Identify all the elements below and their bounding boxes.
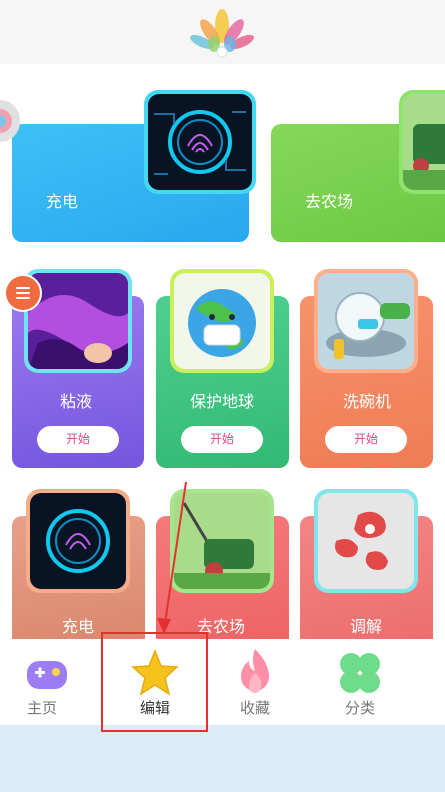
start-button[interactable]: 开始 [37, 426, 119, 453]
lawnmower-icon [174, 493, 270, 589]
card-slime[interactable]: 粘液 开始 [12, 269, 144, 468]
flame-icon [241, 649, 269, 693]
card-farm[interactable]: 去农场 [156, 489, 289, 639]
card-label: 调解 [350, 617, 383, 636]
earth-mask-icon [174, 273, 270, 369]
card-tune[interactable]: 调解 [300, 489, 433, 639]
card-label: 粘液 [60, 392, 93, 411]
app-header [0, 0, 445, 64]
card-charge-top[interactable]: 充电 [12, 90, 256, 242]
red-blobs-icon [318, 493, 414, 589]
game-grid: 充电 去农场 粘液 开始 保护地球 开始 洗碗机 开始 充电 去农场 调解 [0, 64, 445, 639]
tab-label: 收藏 [239, 699, 270, 717]
highlight-box [101, 632, 208, 732]
tab-home[interactable]: 主页 [0, 639, 92, 725]
card-label: 洗碗机 [343, 392, 392, 411]
fingerprint-icon [30, 493, 126, 589]
system-area [0, 725, 445, 792]
clover-icon [340, 653, 380, 693]
fingerprint-icon [148, 94, 252, 190]
card-charge[interactable]: 充电 [12, 489, 145, 639]
card-label: 充电 [46, 192, 79, 211]
start-button[interactable]: 开始 [325, 426, 407, 453]
tab-label: 主页 [26, 699, 57, 717]
tab-label: 分类 [344, 699, 375, 717]
menu-button[interactable] [4, 274, 42, 312]
card-earth[interactable]: 保护地球 开始 [156, 269, 289, 468]
tab-categories[interactable]: 分类 [310, 639, 410, 725]
dishwashing-icon [318, 273, 414, 369]
card-label: 充电 [62, 617, 95, 636]
gamepad-icon [27, 661, 67, 689]
lawnmower-icon [403, 94, 445, 190]
bottom-tab-bar: 主页 编辑 收藏 分类 [0, 639, 445, 725]
card-dishes[interactable]: 洗碗机 开始 [300, 269, 433, 468]
tab-favorites[interactable]: 收藏 [205, 639, 305, 725]
slime-icon [28, 273, 128, 369]
card-label: 去农场 [305, 192, 354, 211]
card-label: 保护地球 [190, 392, 255, 411]
lotus-logo-icon [190, 9, 254, 58]
card-farm-top[interactable]: 去农场 [271, 90, 445, 242]
start-button[interactable]: 开始 [181, 426, 263, 453]
